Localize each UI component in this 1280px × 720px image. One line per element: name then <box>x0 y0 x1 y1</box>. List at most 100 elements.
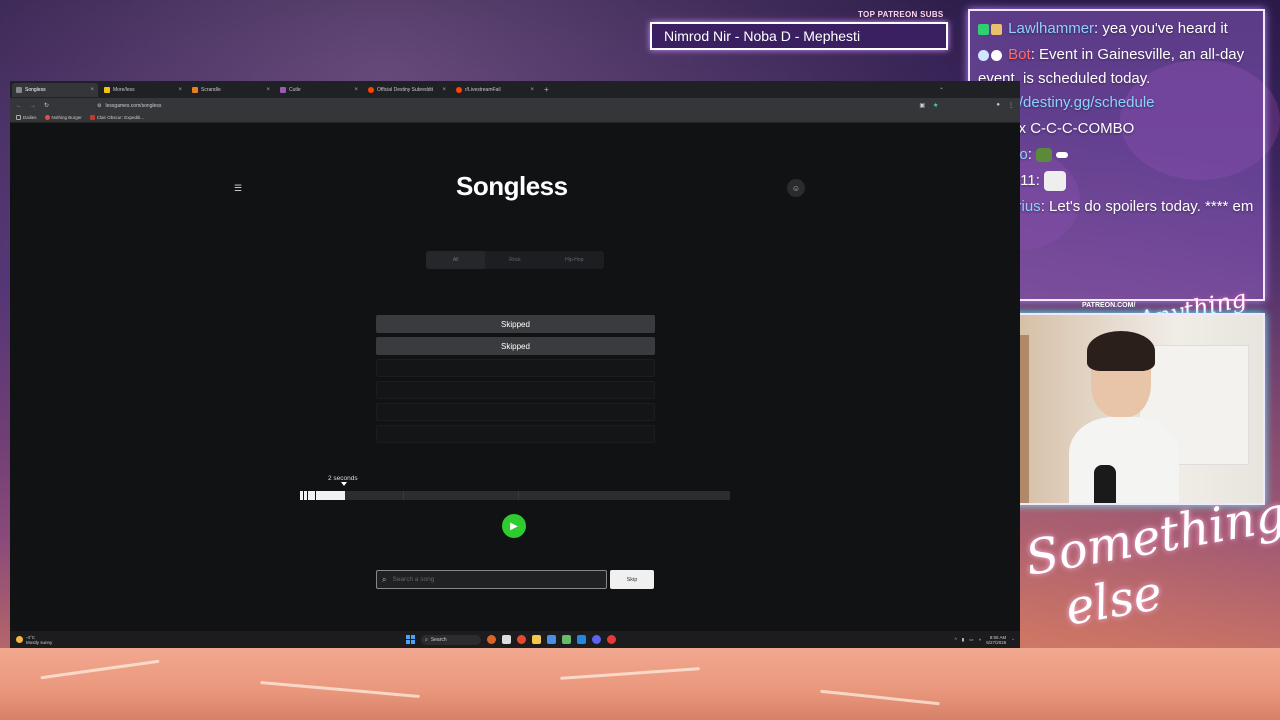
audio-progress-bar[interactable] <box>300 491 730 500</box>
genre-selector: All Rock Hip-Hop <box>426 251 604 269</box>
top-patreon-label: TOP PATREON SUBS <box>858 10 944 19</box>
url-field[interactable]: ⚙ lessgames.com/songless <box>97 103 161 109</box>
tab-songless[interactable]: Songless × <box>12 82 98 97</box>
extension-icon[interactable]: ▣ <box>919 102 925 109</box>
windows-taskbar: -4°C Mostly sunny ⌕ Search ^ ▮ ▭ ◖ 8:55 AM… <box>10 631 1020 648</box>
tab-livestreamfail[interactable]: r/LivestreamFail × <box>452 83 538 97</box>
tab-cutle[interactable]: Cutle × <box>276 83 362 97</box>
bookmark-star-icon[interactable]: ★ <box>933 102 938 109</box>
favicon-icon <box>104 86 110 93</box>
close-icon[interactable]: × <box>530 87 534 93</box>
volume-icon[interactable]: ◖ <box>979 637 982 642</box>
chat-text: : yea you've heard it <box>1094 20 1228 37</box>
url-text: lessgames.com/songless <box>105 102 162 109</box>
tab-label: More/less <box>113 86 135 93</box>
close-icon[interactable]: × <box>178 87 182 93</box>
folder-icon <box>16 115 21 120</box>
app-icon[interactable] <box>547 635 556 644</box>
browser-app-icon[interactable] <box>517 635 526 644</box>
flair-badge-icon <box>978 49 989 61</box>
browser-window: Songless × More/less × Scrandle × Cutle × Of… <box>10 81 1020 648</box>
hamburger-menu-icon[interactable]: ☰ <box>234 183 242 194</box>
bookmark-nothing-burger[interactable]: Nothing Burger <box>44 115 82 120</box>
chat-text: : <box>1027 146 1032 163</box>
desert-ground <box>0 648 1280 720</box>
menu-icon[interactable]: ⋮ <box>1008 102 1014 109</box>
play-button[interactable]: ▶ <box>502 514 526 538</box>
tab-scrandle[interactable]: Scrandle × <box>188 83 274 97</box>
microphone <box>1094 465 1116 503</box>
taskbar-search-label: Search <box>430 636 447 643</box>
tab-label: r/LivestreamFail <box>465 86 501 93</box>
tab-label: Cutle <box>289 86 301 93</box>
favicon-icon <box>44 115 50 120</box>
weather-desc: Mostly sunny <box>26 639 53 645</box>
playhead-marker-icon <box>341 482 347 486</box>
guess-slot-6 <box>376 425 655 443</box>
notification-icon[interactable]: ◔ <box>1011 637 1014 642</box>
tab-label: Scrandle <box>201 86 221 93</box>
bot-badge-icon <box>991 49 1002 61</box>
reddit-icon <box>456 86 462 93</box>
clock[interactable]: 8:55 AM 5/27/2026 <box>986 635 1006 645</box>
tab-destiny-subreddit[interactable]: Official Destiny Subreddit × <box>364 83 450 97</box>
bookmark-clair-obscur[interactable]: Clair Obscur: Expediti... <box>89 115 145 120</box>
bookmark-label: Clair Obscur: Expediti... <box>96 115 145 120</box>
bookmark-label: Nothing Burger <box>51 115 82 120</box>
close-icon[interactable]: × <box>266 87 270 93</box>
guess-slot-5 <box>376 403 655 421</box>
skip-button[interactable]: Skip <box>610 570 654 589</box>
close-icon[interactable]: × <box>354 87 358 93</box>
reddit-icon <box>368 86 374 93</box>
sun-icon <box>16 636 23 643</box>
chat-text: : Let's do spoilers today. **** em <box>1040 198 1254 215</box>
account-button[interactable]: ☺ <box>787 179 805 197</box>
profile-icon[interactable]: ● <box>996 102 1000 109</box>
obs-icon[interactable] <box>607 635 616 644</box>
search-icon: ⌕ <box>382 574 387 584</box>
task-view-icon[interactable] <box>502 635 511 644</box>
tab-moreless[interactable]: More/less × <box>100 83 186 97</box>
tab-label: Official Destiny Subreddit <box>377 86 434 93</box>
discord-icon[interactable] <box>592 635 601 644</box>
app-icon[interactable] <box>562 635 571 644</box>
song-search-input[interactable] <box>392 576 573 583</box>
guess-slot-4 <box>376 381 655 399</box>
bookmark-label: Dailies <box>23 115 37 120</box>
bookmark-dailies[interactable]: Dailies <box>16 115 37 120</box>
tab-label: Songless <box>25 86 46 93</box>
patreon-marquee: Nimrod Nir - Noba D - Mephesti <box>650 22 948 50</box>
search-icon: ⌕ <box>425 636 428 643</box>
address-bar: ← → ↻ ⚙ lessgames.com/songless ▣ ★ ● ⋮ <box>10 98 1020 113</box>
file-explorer-icon[interactable] <box>532 635 541 644</box>
clock-date: 5/27/2026 <box>986 639 1007 645</box>
guess-slot-3 <box>376 359 655 377</box>
chat-username: Lawlhammer <box>1008 20 1095 37</box>
steam-icon[interactable] <box>577 635 586 644</box>
site-info-icon: ⚙ <box>97 102 102 109</box>
tab-bar: Songless × More/less × Scrandle × Cutle × Of… <box>10 81 1020 98</box>
guess-slot-1: Skipped <box>376 315 655 333</box>
windows-start-icon[interactable] <box>406 635 415 644</box>
tray-chevron-icon[interactable]: ^ <box>955 637 957 642</box>
reload-icon[interactable]: ↻ <box>44 102 49 109</box>
songless-favicon-icon <box>16 86 22 93</box>
network-icon[interactable]: ▭ <box>969 637 973 643</box>
forward-icon[interactable]: → <box>30 103 36 109</box>
close-icon[interactable]: × <box>442 87 446 93</box>
genre-tab-rock[interactable]: Rock <box>485 251 544 269</box>
combo-text: C-C-C-COMBO <box>1030 120 1135 137</box>
back-icon[interactable]: ← <box>16 103 22 109</box>
taskbar-search[interactable]: ⌕ Search <box>421 634 481 645</box>
favicon-icon <box>280 86 286 93</box>
close-icon[interactable]: × <box>90 87 94 93</box>
genre-tab-all[interactable]: All <box>426 251 486 269</box>
mic-icon[interactable]: ▮ <box>962 637 964 643</box>
genre-tab-hiphop[interactable]: Hip-Hop <box>545 251 604 269</box>
emote-icon <box>1056 152 1069 159</box>
chevron-down-icon[interactable]: ⌄ <box>939 84 944 91</box>
widget-app-icon[interactable] <box>487 635 496 644</box>
duration-label: 2 seconds <box>328 475 358 482</box>
new-tab-icon[interactable]: + <box>544 85 549 94</box>
weather-widget[interactable]: -4°C Mostly sunny <box>10 635 52 645</box>
